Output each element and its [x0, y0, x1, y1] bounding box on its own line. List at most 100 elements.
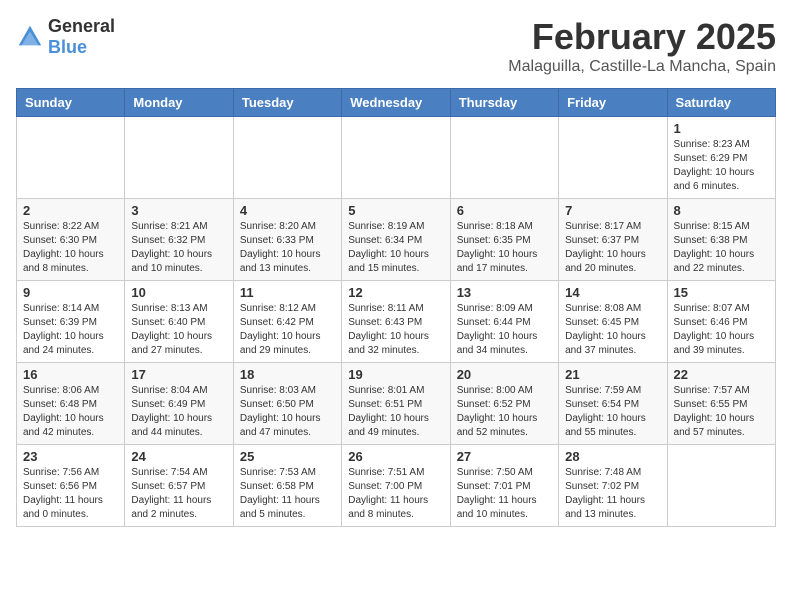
day-info: Sunrise: 8:03 AM Sunset: 6:50 PM Dayligh… [240, 384, 335, 440]
day-info: Sunrise: 7:57 AM Sunset: 6:55 PM Dayligh… [674, 384, 769, 440]
day-info: Sunrise: 8:04 AM Sunset: 6:49 PM Dayligh… [131, 384, 226, 440]
month-title: February 2025 [508, 16, 776, 58]
day-info: Sunrise: 7:48 AM Sunset: 7:02 PM Dayligh… [565, 466, 660, 522]
day-info: Sunrise: 8:06 AM Sunset: 6:48 PM Dayligh… [23, 384, 118, 440]
calendar-cell [342, 117, 450, 199]
calendar-cell: 1 Sunrise: 8:23 AM Sunset: 6:29 PM Daylig… [667, 117, 775, 199]
calendar-cell: 18 Sunrise: 8:03 AM Sunset: 6:50 PM Dayli… [233, 363, 341, 445]
day-number: 15 [674, 285, 769, 300]
calendar-cell: 14 Sunrise: 8:08 AM Sunset: 6:45 PM Dayli… [559, 281, 667, 363]
calendar-cell [233, 117, 341, 199]
weekday-header: Thursday [450, 89, 558, 117]
calendar-cell [17, 117, 125, 199]
day-number: 10 [131, 285, 226, 300]
calendar-cell [450, 117, 558, 199]
calendar-cell: 12 Sunrise: 8:11 AM Sunset: 6:43 PM Dayli… [342, 281, 450, 363]
day-number: 18 [240, 367, 335, 382]
logo-text-blue: Blue [48, 37, 87, 57]
calendar-week-row: 9 Sunrise: 8:14 AM Sunset: 6:39 PM Daylig… [17, 281, 776, 363]
calendar-cell: 8 Sunrise: 8:15 AM Sunset: 6:38 PM Daylig… [667, 199, 775, 281]
weekday-header: Friday [559, 89, 667, 117]
day-number: 4 [240, 203, 335, 218]
weekday-header: Tuesday [233, 89, 341, 117]
calendar-cell: 27 Sunrise: 7:50 AM Sunset: 7:01 PM Dayli… [450, 445, 558, 527]
header: General Blue February 2025 Malaguilla, C… [16, 16, 776, 76]
calendar-header-row: SundayMondayTuesdayWednesdayThursdayFrid… [17, 89, 776, 117]
day-number: 11 [240, 285, 335, 300]
calendar-week-row: 16Sunrise: 8:06 AM Sunset: 6:48 PM Dayli… [17, 363, 776, 445]
calendar-cell: 25 Sunrise: 7:53 AM Sunset: 6:58 PM Dayli… [233, 445, 341, 527]
day-number: 22 [674, 367, 769, 382]
calendar-cell: 28 Sunrise: 7:48 AM Sunset: 7:02 PM Dayli… [559, 445, 667, 527]
day-number: 2 [23, 203, 118, 218]
day-number: 8 [674, 203, 769, 218]
day-info: Sunrise: 8:14 AM Sunset: 6:39 PM Dayligh… [23, 302, 118, 358]
weekday-header: Sunday [17, 89, 125, 117]
day-number: 1 [674, 121, 769, 136]
day-number: 14 [565, 285, 660, 300]
title-area: February 2025 Malaguilla, Castille-La Ma… [508, 16, 776, 76]
day-info: Sunrise: 8:20 AM Sunset: 6:33 PM Dayligh… [240, 220, 335, 276]
calendar-cell: 9 Sunrise: 8:14 AM Sunset: 6:39 PM Daylig… [17, 281, 125, 363]
day-number: 6 [457, 203, 552, 218]
calendar-cell: 19 Sunrise: 8:01 AM Sunset: 6:51 PM Dayli… [342, 363, 450, 445]
day-info: Sunrise: 8:18 AM Sunset: 6:35 PM Dayligh… [457, 220, 552, 276]
day-info: Sunrise: 7:54 AM Sunset: 6:57 PM Dayligh… [131, 466, 226, 522]
logo: General Blue [16, 16, 115, 58]
day-info: Sunrise: 8:09 AM Sunset: 6:44 PM Dayligh… [457, 302, 552, 358]
calendar-week-row: 2 Sunrise: 8:22 AM Sunset: 6:30 PM Daylig… [17, 199, 776, 281]
day-number: 25 [240, 449, 335, 464]
day-info: Sunrise: 8:19 AM Sunset: 6:34 PM Dayligh… [348, 220, 443, 276]
day-info: Sunrise: 8:15 AM Sunset: 6:38 PM Dayligh… [674, 220, 769, 276]
day-number: 24 [131, 449, 226, 464]
day-number: 5 [348, 203, 443, 218]
day-number: 23 [23, 449, 118, 464]
weekday-header: Saturday [667, 89, 775, 117]
calendar-week-row: 23 Sunrise: 7:56 AM Sunset: 6:56 PM Dayli… [17, 445, 776, 527]
day-info: Sunrise: 8:23 AM Sunset: 6:29 PM Dayligh… [674, 138, 769, 194]
logo-text-general: General [48, 16, 115, 36]
day-info: Sunrise: 7:51 AM Sunset: 7:00 PM Dayligh… [348, 466, 443, 522]
day-info: Sunrise: 8:00 AM Sunset: 6:52 PM Dayligh… [457, 384, 552, 440]
calendar-cell: 10 Sunrise: 8:13 AM Sunset: 6:40 PM Dayli… [125, 281, 233, 363]
day-info: Sunrise: 8:17 AM Sunset: 6:37 PM Dayligh… [565, 220, 660, 276]
calendar-cell: 13 Sunrise: 8:09 AM Sunset: 6:44 PM Dayli… [450, 281, 558, 363]
calendar-cell [125, 117, 233, 199]
day-info: Sunrise: 7:56 AM Sunset: 6:56 PM Dayligh… [23, 466, 118, 522]
day-info: Sunrise: 7:53 AM Sunset: 6:58 PM Dayligh… [240, 466, 335, 522]
calendar-week-row: 1 Sunrise: 8:23 AM Sunset: 6:29 PM Daylig… [17, 117, 776, 199]
day-info: Sunrise: 8:21 AM Sunset: 6:32 PM Dayligh… [131, 220, 226, 276]
calendar-cell: 4 Sunrise: 8:20 AM Sunset: 6:33 PM Daylig… [233, 199, 341, 281]
calendar-cell: 6 Sunrise: 8:18 AM Sunset: 6:35 PM Daylig… [450, 199, 558, 281]
logo-icon [16, 23, 44, 51]
day-number: 12 [348, 285, 443, 300]
day-info: Sunrise: 8:22 AM Sunset: 6:30 PM Dayligh… [23, 220, 118, 276]
day-number: 3 [131, 203, 226, 218]
day-number: 27 [457, 449, 552, 464]
calendar-cell: 7Sunrise: 8:17 AM Sunset: 6:37 PM Daylig… [559, 199, 667, 281]
calendar-cell: 20 Sunrise: 8:00 AM Sunset: 6:52 PM Dayli… [450, 363, 558, 445]
calendar-cell: 26Sunrise: 7:51 AM Sunset: 7:00 PM Dayli… [342, 445, 450, 527]
day-number: 28 [565, 449, 660, 464]
weekday-header: Wednesday [342, 89, 450, 117]
calendar: SundayMondayTuesdayWednesdayThursdayFrid… [16, 88, 776, 527]
calendar-cell [667, 445, 775, 527]
calendar-cell: 11 Sunrise: 8:12 AM Sunset: 6:42 PM Dayli… [233, 281, 341, 363]
day-info: Sunrise: 8:07 AM Sunset: 6:46 PM Dayligh… [674, 302, 769, 358]
day-number: 20 [457, 367, 552, 382]
day-info: Sunrise: 8:13 AM Sunset: 6:40 PM Dayligh… [131, 302, 226, 358]
calendar-cell: 15 Sunrise: 8:07 AM Sunset: 6:46 PM Dayli… [667, 281, 775, 363]
day-number: 13 [457, 285, 552, 300]
day-info: Sunrise: 8:11 AM Sunset: 6:43 PM Dayligh… [348, 302, 443, 358]
day-number: 17 [131, 367, 226, 382]
calendar-cell: 17 Sunrise: 8:04 AM Sunset: 6:49 PM Dayli… [125, 363, 233, 445]
day-number: 21 [565, 367, 660, 382]
day-info: Sunrise: 8:12 AM Sunset: 6:42 PM Dayligh… [240, 302, 335, 358]
day-number: 19 [348, 367, 443, 382]
day-info: Sunrise: 8:08 AM Sunset: 6:45 PM Dayligh… [565, 302, 660, 358]
weekday-header: Monday [125, 89, 233, 117]
day-info: Sunrise: 8:01 AM Sunset: 6:51 PM Dayligh… [348, 384, 443, 440]
calendar-cell: 21Sunrise: 7:59 AM Sunset: 6:54 PM Dayli… [559, 363, 667, 445]
day-info: Sunrise: 7:50 AM Sunset: 7:01 PM Dayligh… [457, 466, 552, 522]
day-number: 9 [23, 285, 118, 300]
